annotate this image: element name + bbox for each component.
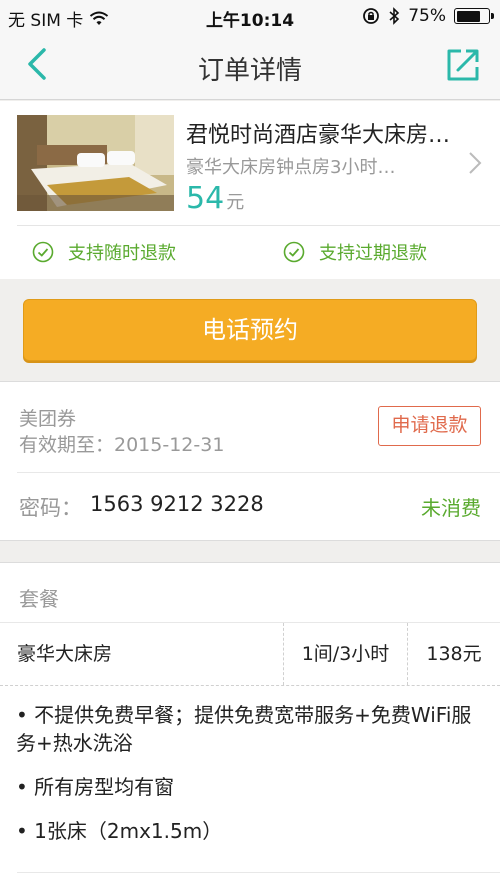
- divider: [17, 472, 500, 473]
- package-table-row: 豪华大床房 1间/3小时 138元: [0, 622, 500, 686]
- divider: [17, 225, 500, 226]
- package-title: 套餐: [19, 587, 59, 611]
- check-circle-icon: [283, 241, 305, 263]
- status-bar: 无 SIM 卡 上午10:14 75%: [0, 0, 500, 32]
- battery-level: [456, 10, 480, 22]
- battery-percent: 75%: [408, 6, 446, 26]
- price-value: 54: [186, 181, 225, 216]
- product-price: 54 元: [186, 181, 244, 216]
- code-label: 密码：: [19, 496, 82, 520]
- product-title: 君悦时尚酒店豪华大床房…: [186, 123, 451, 148]
- rotation-lock-icon: [363, 8, 380, 24]
- phone-booking-button[interactable]: 电话预约: [23, 299, 477, 361]
- package-note: • 不提供免费早餐；提供免费宽带服务+免费WiFi服务+热水洗浴: [16, 703, 472, 755]
- package-note: • 所有房型均有窗: [16, 775, 175, 799]
- voucher-code: 1563 9212 3228: [90, 492, 264, 516]
- request-refund-button[interactable]: 申请退款: [378, 406, 481, 446]
- divider: [17, 872, 500, 873]
- product-subtitle: 豪华大床房钟点房3小时…: [186, 157, 396, 178]
- nav-bar: 订单详情: [0, 32, 500, 100]
- code-status-badge: 未消费: [421, 496, 481, 520]
- refund-policy-anytime: 支持随时退款: [32, 239, 176, 265]
- package-note: • 1张床（2mx1.5m）: [16, 819, 223, 843]
- package-item-name: 豪华大床房: [17, 643, 113, 665]
- voucher-label: 美团券: [19, 408, 77, 430]
- battery-icon: [454, 8, 494, 24]
- page-title: 订单详情: [197, 56, 302, 86]
- refund-policy-expired: 支持过期退款: [283, 239, 427, 265]
- package-notes: • 不提供免费早餐；提供免费宽带服务+免费WiFi服务+热水洗浴 • 所有房型均…: [16, 701, 486, 861]
- share-icon[interactable]: [444, 46, 482, 84]
- check-circle-icon: [32, 241, 54, 263]
- chevron-right-icon[interactable]: [468, 151, 482, 175]
- product-card[interactable]: 君悦时尚酒店豪华大床房… 豪华大床房钟点房3小时… 54 元 支持随时退款 支持过…: [0, 101, 500, 279]
- refund-policy-label: 支持随时退款: [68, 243, 176, 264]
- package-item-price: 138元: [407, 623, 500, 685]
- hotel-room-image: [17, 115, 174, 211]
- price-unit: 元: [226, 192, 245, 213]
- bluetooth-icon: [389, 7, 400, 25]
- package-item-duration: 1间/3小时: [283, 623, 407, 685]
- package-card: 套餐 豪华大床房 1间/3小时 138元 • 不提供免费早餐；提供免费宽带服务+…: [0, 562, 500, 887]
- voucher-card: 美团券 有效期至：2015-12-31 申请退款 密码： 1563 9212 3…: [0, 381, 500, 541]
- refund-policy-label: 支持过期退款: [319, 243, 427, 264]
- voucher-expiry: 有效期至：2015-12-31: [19, 434, 225, 456]
